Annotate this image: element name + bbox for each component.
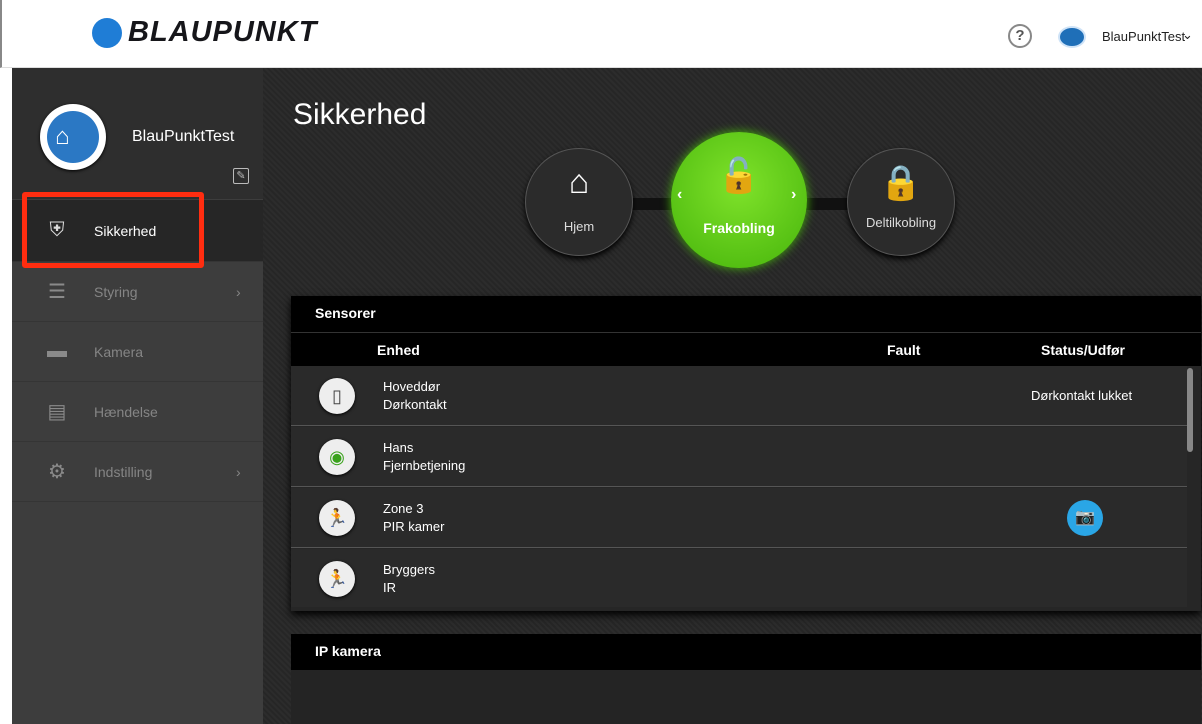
table-row[interactable]: 🏃 Zone 3 PIR kamer 📷: [291, 488, 1187, 548]
remote-control-icon: ◉: [319, 439, 355, 475]
app-window: BLAUPUNKT ? BlauPunktTest ⌄ ⌂ BlauPunktT…: [0, 0, 1202, 724]
mode-hjem-button[interactable]: ⌂ Hjem: [525, 148, 633, 256]
column-fault: Fault: [887, 342, 921, 358]
brand-logo[interactable]: BLAUPUNKT: [92, 16, 317, 49]
avatar[interactable]: ⌂: [40, 104, 106, 170]
sidebar-item-label: Sikkerhed: [94, 222, 157, 239]
sensor-type: Fjernbetjening: [383, 458, 466, 473]
column-status: Status/Udfør: [1041, 342, 1125, 358]
sensor-name: Hans: [383, 440, 414, 455]
sensor-status: Dørkontakt lukket: [1031, 388, 1133, 403]
table-row[interactable]: ▯ Hoveddør Dørkontakt Dørkontakt lukket: [291, 366, 1187, 426]
home-avatar-icon: ⌂: [47, 111, 99, 163]
door-contact-icon: ▯: [319, 378, 355, 414]
user-menu-name[interactable]: BlauPunktTest: [1102, 29, 1185, 44]
mode-label: Frakobling: [703, 220, 775, 236]
chevron-right-icon[interactable]: ›: [791, 186, 796, 204]
sidebar-item-label: Kamera: [94, 343, 144, 360]
chevron-down-icon[interactable]: ⌄: [1182, 27, 1193, 43]
sidebar-item-label: Indstilling: [94, 463, 153, 480]
ip-camera-panel: IP kamera: [291, 634, 1201, 724]
sliders-icon: ☰: [48, 281, 66, 303]
page-title: Sikkerhed: [293, 98, 427, 131]
edit-icon[interactable]: ✎: [233, 168, 249, 184]
mode-deltilkobling-button[interactable]: 🔒 Deltilkobling: [847, 148, 955, 256]
sensor-name: Hoveddør: [383, 379, 441, 394]
ip-camera-panel-title: IP kamera: [291, 634, 1201, 670]
profile-card: ⌂ BlauPunktTest ✎: [12, 68, 263, 199]
table-row[interactable]: 🏃 Bryggers IR: [291, 549, 1187, 607]
sidebar-item-haendelse[interactable]: ▤ Hændelse: [12, 382, 263, 442]
sensor-type: Dørkontakt: [383, 397, 447, 412]
sensor-name-block: Zone 3 PIR kamer: [383, 500, 444, 536]
sensor-name-block: Hans Fjernbetjening: [383, 439, 465, 475]
camera-snapshot-button[interactable]: 📷: [1067, 500, 1103, 536]
sidebar: ⌂ BlauPunktTest ✎ ⛨ Sikkerhed ☰ Styring …: [0, 68, 263, 724]
sidebar-item-sikkerhed[interactable]: ⛨ Sikkerhed: [12, 200, 263, 262]
sensor-type: PIR kamer: [383, 519, 445, 534]
unlock-icon: 🔓: [717, 157, 761, 195]
mode-frakobling-button[interactable]: ‹ 🔓 › Frakobling: [671, 132, 807, 268]
camera-icon: ▬: [47, 340, 67, 362]
pir-camera-icon: 🏃: [319, 500, 355, 536]
sensor-name: Bryggers: [383, 562, 436, 577]
chevron-right-icon: ›: [236, 283, 241, 300]
lock-icon: 🔒: [879, 164, 923, 202]
sensor-panel: Sensorer Enhed Fault Status/Udfør ▯ Hove…: [291, 296, 1201, 611]
logo-dot-icon: [92, 17, 122, 48]
mode-label: Hjem: [563, 219, 595, 234]
sidebar-item-styring[interactable]: ☰ Styring ›: [12, 262, 263, 322]
profile-name: BlauPunktTest: [132, 128, 235, 145]
sensor-name-block: Hoveddør Dørkontakt: [383, 378, 447, 414]
top-bar: BLAUPUNKT ? BlauPunktTest ⌄: [0, 0, 1202, 68]
sidebar-item-indstilling[interactable]: ⚙ Indstilling ›: [12, 442, 263, 502]
user-avatar-icon[interactable]: [1058, 26, 1086, 48]
sensor-name: Zone 3: [383, 501, 424, 516]
logo-text: BLAUPUNKT: [128, 16, 318, 48]
sidebar-item-label: Hændelse: [94, 403, 158, 420]
scrollbar[interactable]: [1187, 368, 1193, 452]
help-icon[interactable]: ?: [1008, 24, 1032, 48]
sidebar-item-kamera[interactable]: ▬ Kamera: [12, 322, 263, 382]
shield-icon: ⛨: [49, 219, 65, 241]
sensor-table-header: Enhed Fault Status/Udfør: [291, 332, 1201, 366]
mode-label: Deltilkobling: [865, 215, 937, 230]
ir-sensor-icon: 🏃: [319, 561, 355, 597]
column-enhed: Enhed: [377, 342, 420, 358]
sensor-panel-title: Sensorer: [291, 296, 1201, 332]
gear-icon: ⚙: [48, 461, 66, 483]
sidebar-item-label: Styring: [94, 283, 138, 300]
sensor-name-block: Bryggers IR: [383, 561, 435, 597]
main-content: Sikkerhed ⌂ Hjem ‹ 🔓 › Frakobling 🔒 Delt…: [263, 68, 1202, 724]
list-icon: ▤: [47, 401, 67, 423]
home-icon: ⌂: [568, 163, 590, 201]
chevron-right-icon: ›: [236, 463, 241, 480]
table-row[interactable]: ◉ Hans Fjernbetjening: [291, 427, 1187, 487]
sensor-type: IR: [383, 580, 396, 595]
